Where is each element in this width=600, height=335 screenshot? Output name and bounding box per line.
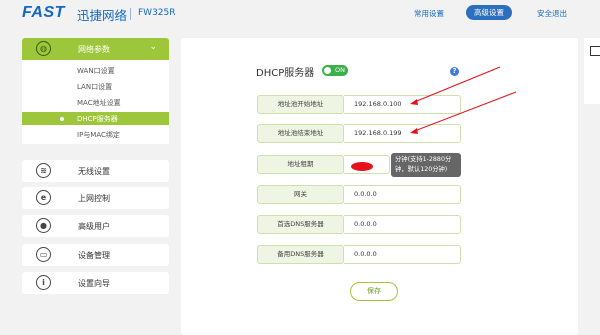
arrowhead-end [410,128,418,134]
side-popup-frame [590,46,600,56]
arrowhead-start [410,99,418,105]
annotation-arrows [410,66,517,134]
annotation-arrow-end [411,91,517,133]
annotation-arrow-start [411,66,501,104]
